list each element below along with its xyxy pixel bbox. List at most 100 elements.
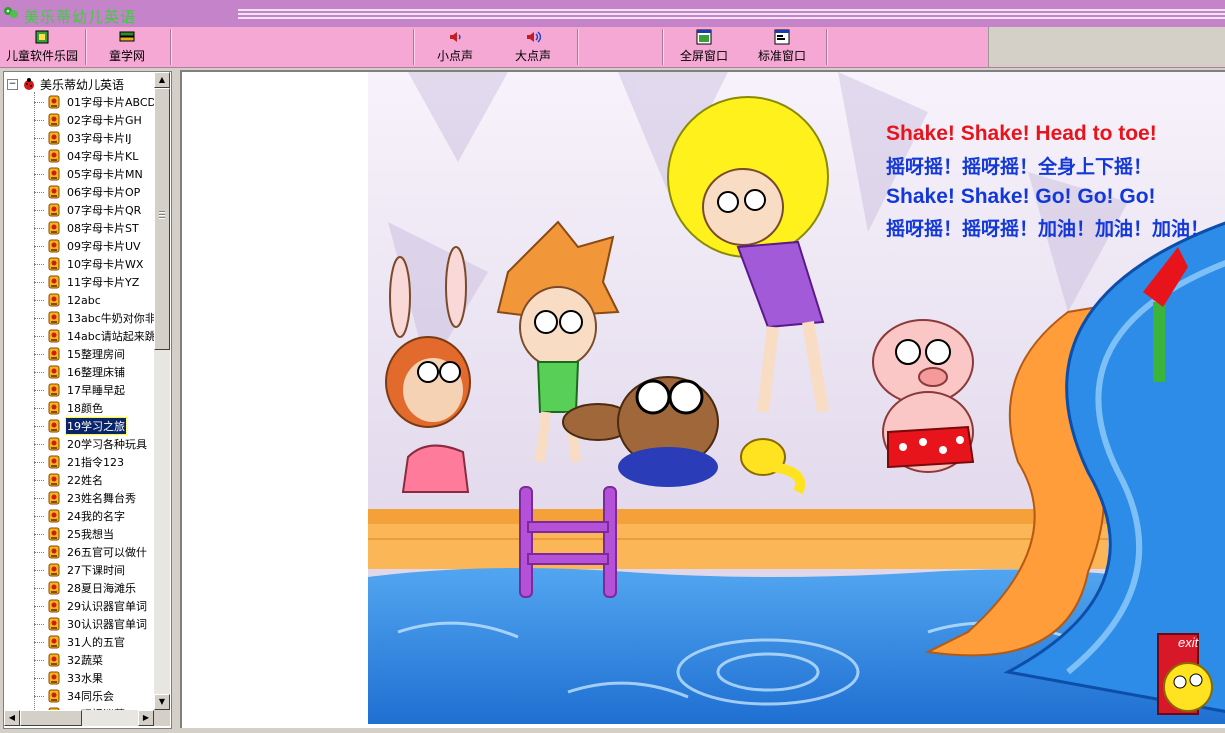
tree-item[interactable]: 15整理房间 [34, 345, 154, 363]
tree-item-label: 23姓名舞台秀 [67, 492, 136, 505]
tree-item[interactable]: 18颜色 [34, 399, 154, 417]
volume-up-button[interactable]: 大点声 [503, 27, 563, 67]
content-area: exit Shake! Shake! Head to toe! 摇呀摇！摇呀摇！… [180, 70, 1225, 728]
tree-item[interactable]: 17早睡早起 [34, 381, 154, 399]
tree-item[interactable]: 07字母卡片QR [34, 201, 154, 219]
fullscreen-icon [696, 29, 712, 45]
lesson-icon [48, 653, 60, 667]
volume-down-button[interactable]: 小点声 [425, 27, 485, 67]
tree-item[interactable]: 09字母卡片UV [34, 237, 154, 255]
tree-branch-line [34, 641, 44, 643]
tree-item[interactable]: 19学习之旅 [34, 417, 154, 435]
exit-label: exit [1178, 635, 1200, 650]
scroll-left-button[interactable]: ◀ [4, 710, 20, 726]
lesson-icon [48, 383, 60, 397]
tree-item[interactable]: 05字母卡片MN [34, 165, 154, 183]
tree-item-label: 09字母卡片UV [67, 240, 141, 253]
tree-branch-line [34, 317, 44, 319]
tree-branch-line [34, 371, 44, 373]
fullscreen-button[interactable]: 全屏窗口 [672, 27, 736, 67]
collapse-toggle[interactable]: − [7, 78, 18, 90]
tree-branch-line [34, 335, 44, 337]
scroll-up-button[interactable]: ▲ [154, 72, 170, 88]
vertical-scrollbar[interactable]: ▲ ▼ [154, 72, 170, 710]
tree-branch-line [34, 569, 44, 571]
toolbar-separator [826, 29, 828, 65]
tree-item[interactable]: 03字母卡片IJ [34, 129, 154, 147]
tree-item[interactable]: 31人的五官 [34, 633, 154, 651]
tree-item[interactable]: 24我的名字 [34, 507, 154, 525]
tree-item[interactable]: 20学习各种玩具 [34, 435, 154, 453]
kids-software-button[interactable]: 儿童软件乐园 [2, 27, 82, 67]
lesson-icon [48, 419, 60, 433]
tree-item[interactable]: 08字母卡片ST [34, 219, 154, 237]
tree-item[interactable]: 26五官可以做什 [34, 543, 154, 561]
tree-item[interactable]: 29认识器官单词 [34, 597, 154, 615]
tree-item[interactable]: 25我想当 [34, 525, 154, 543]
tree-item[interactable]: 10字母卡片WX [34, 255, 154, 273]
tree-branch-line [34, 623, 44, 625]
kids-software-label: 儿童软件乐园 [5, 49, 78, 63]
tree-item[interactable]: 33水果 [34, 669, 154, 687]
lesson-icon [48, 329, 60, 343]
lesson-icon [48, 185, 60, 199]
lesson-icon [48, 617, 60, 631]
standard-window-button[interactable]: 标准窗口 [750, 27, 814, 67]
tree-item-label: 16整理床铺 [67, 366, 125, 379]
tree-item[interactable]: 04字母卡片KL [34, 147, 154, 165]
caption-line-2: 摇呀摇！摇呀摇！全身上下摇！ [886, 157, 1153, 178]
tree-item-label: 22姓名 [67, 474, 103, 487]
tree-item[interactable]: 12abc [34, 291, 154, 309]
toolbar-separator [413, 29, 415, 65]
lesson-icon [48, 491, 60, 505]
tree-branch-line [34, 389, 44, 391]
tree-item-label: 04字母卡片KL [67, 150, 139, 163]
lesson-icon [48, 437, 60, 451]
speaker-high-icon [527, 31, 541, 43]
volume-down-label: 小点声 [436, 49, 473, 63]
caption-line-1: Shake! Shake! Head to toe! [886, 122, 1157, 145]
tree-item[interactable]: 01字母卡片ABCD [34, 93, 154, 111]
ladybug-icon [24, 78, 34, 90]
lesson-icon [48, 599, 60, 613]
tree-branch-line [34, 515, 44, 517]
tree-branch-line [34, 191, 44, 193]
tree-item[interactable]: 34同乐会 [34, 687, 154, 705]
lesson-icon [48, 203, 60, 217]
scroll-right-button[interactable]: ▶ [138, 710, 154, 726]
lesson-icon [48, 293, 60, 307]
toolbar-separator [85, 29, 87, 65]
tree-item[interactable]: 27下课时间 [34, 561, 154, 579]
tree-branch-line [34, 299, 44, 301]
tree-branch-line [34, 407, 44, 409]
lesson-tree[interactable]: − 美乐蒂幼儿英语 01字母卡片ABCD 02字母卡片GH 03字母卡片IJ 04字母… [4, 72, 154, 710]
horizontal-scroll-thumb[interactable] [20, 710, 82, 726]
tree-item-label: 12abc [67, 293, 101, 307]
tree-item[interactable]: 16整理床铺 [34, 363, 154, 381]
vertical-scroll-thumb[interactable] [154, 88, 170, 350]
tree-item[interactable]: 32蔬菜 [34, 651, 154, 669]
tree-item[interactable]: 23姓名舞台秀 [34, 489, 154, 507]
lesson-scene[interactable]: exit Shake! Shake! Head to toe! 摇呀摇！摇呀摇！… [368, 72, 1225, 724]
tree-item-label: 32蔬菜 [67, 654, 103, 667]
tree-item[interactable]: 02字母卡片GH [34, 111, 154, 129]
tree-item[interactable]: 11字母卡片YZ [34, 273, 154, 291]
tree-item[interactable]: 13abc牛奶对你非 [34, 309, 154, 327]
tree-branch-line [34, 119, 44, 121]
tree-item[interactable]: 28夏日海滩乐 [34, 579, 154, 597]
book-icon [35, 30, 49, 44]
tree-item[interactable]: 06字母卡片OP [34, 183, 154, 201]
toolbar-separator [170, 29, 172, 65]
tree-branch-line [34, 245, 44, 247]
horizontal-scrollbar[interactable]: ◀ ▶ [4, 710, 154, 726]
tree-item-label: 28夏日海滩乐 [67, 582, 136, 595]
tree-item[interactable]: 21指令123 [34, 453, 154, 471]
tree-item[interactable]: 14abc请站起来跳 [34, 327, 154, 345]
tree-root[interactable]: − 美乐蒂幼儿英语 [7, 76, 124, 92]
tree-item[interactable]: 22姓名 [34, 471, 154, 489]
tree-item[interactable]: 30认识器官单词 [34, 615, 154, 633]
tree-item-label: 13abc牛奶对你非 [67, 312, 154, 325]
scroll-down-button[interactable]: ▼ [154, 694, 170, 710]
kids-web-button[interactable]: 童学网 [92, 27, 162, 67]
tree-branch-line [34, 353, 44, 355]
